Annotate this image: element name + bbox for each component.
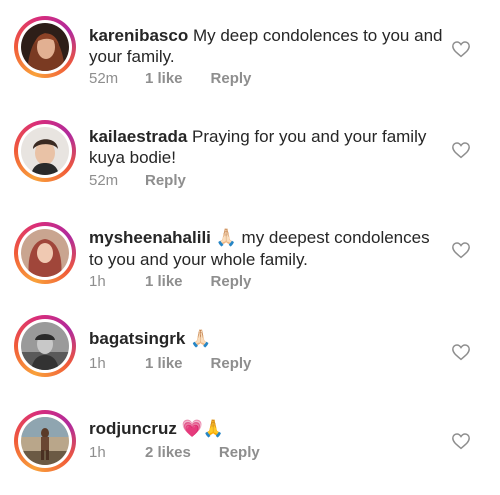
avatar-story-ring[interactable] <box>14 16 76 78</box>
reply-button[interactable]: Reply <box>145 172 186 189</box>
reply-button[interactable]: Reply <box>211 273 252 290</box>
comment-username[interactable]: kailaestrada <box>89 127 187 146</box>
heart-outline-icon[interactable] <box>451 40 471 58</box>
comment-likes[interactable]: 1 like <box>145 355 183 372</box>
comment-timestamp: 52m <box>89 70 119 87</box>
heart-prayer-emoji: 💗🙏 <box>181 419 224 439</box>
comment-text: my deepest condolences <box>241 228 430 247</box>
avatar <box>21 322 69 370</box>
prayer-emoji: 🙏🏻 <box>215 228 237 248</box>
avatar <box>21 127 69 175</box>
avatar-story-ring[interactable] <box>14 222 76 284</box>
heart-outline-icon[interactable] <box>451 343 471 361</box>
reply-button[interactable]: Reply <box>219 444 260 461</box>
comment-likes[interactable]: 1 like <box>145 70 183 87</box>
comment-text: My deep condolences to you and <box>192 26 443 45</box>
reply-button[interactable]: Reply <box>211 70 252 87</box>
comment-timestamp: 1h <box>89 273 106 290</box>
comment-text-line2: to you and your whole family. <box>89 250 308 269</box>
comment-text-line2: kuya bodie! <box>89 148 176 167</box>
comment-timestamp: 1h <box>89 444 106 461</box>
reply-button[interactable]: Reply <box>211 355 252 372</box>
comment-likes[interactable]: 2 likes <box>145 444 191 461</box>
comment-username[interactable]: mysheenahalili <box>89 228 211 247</box>
avatar <box>21 417 69 465</box>
heart-outline-icon[interactable] <box>451 141 471 159</box>
avatar-story-ring[interactable] <box>14 315 76 377</box>
avatar <box>21 23 69 71</box>
prayer-emoji: 🙏🏻 <box>190 329 212 349</box>
avatar-story-ring[interactable] <box>14 120 76 182</box>
comment-username[interactable]: bagatsingrk <box>89 329 185 348</box>
comment-text: Praying for you and your family <box>192 127 427 146</box>
comment-text-line2: your family. <box>89 47 175 66</box>
comment-likes[interactable]: 1 like <box>145 273 183 290</box>
heart-outline-icon[interactable] <box>451 432 471 450</box>
comment-timestamp: 1h <box>89 355 106 372</box>
comment-timestamp: 52m <box>89 172 119 189</box>
comment-username[interactable]: rodjuncruz <box>89 419 177 438</box>
comment-username[interactable]: karenibasco <box>89 26 188 45</box>
avatar-story-ring[interactable] <box>14 410 76 472</box>
heart-outline-icon[interactable] <box>451 241 471 259</box>
avatar <box>21 229 69 277</box>
